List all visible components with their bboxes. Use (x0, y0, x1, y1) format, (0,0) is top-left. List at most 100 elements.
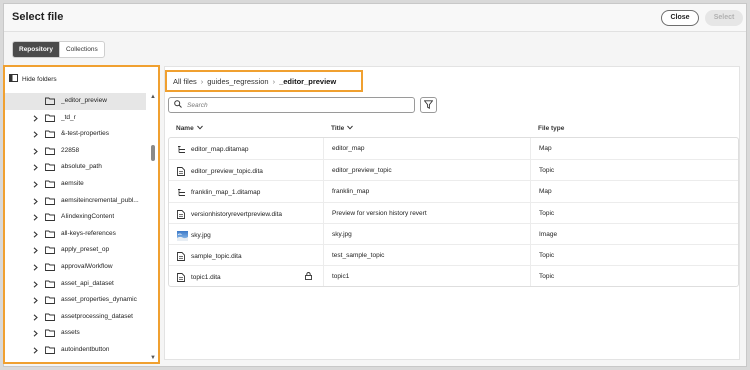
table-body: editor_map.ditamap editor_map Map editor_pr… (168, 137, 739, 288)
tab-repository[interactable]: Repository (13, 42, 59, 57)
file-type: Image (539, 230, 558, 238)
table-row[interactable]: sample_topic.dita test_sample_topic Topic (169, 243, 738, 266)
folder-tree-item[interactable]: asset_api_dataset (5, 276, 146, 293)
folder-label: apply_preset_op (61, 246, 110, 254)
table-row[interactable]: topic1.dita topic1 Topic (169, 265, 738, 287)
folder-icon (45, 280, 55, 288)
folder-tree-item[interactable]: aemsiteincremental_publ... (5, 193, 146, 210)
folder-tree-item[interactable]: assets (5, 325, 146, 342)
file-type: Map (539, 145, 552, 152)
chevron-right-icon[interactable] (32, 280, 39, 288)
scroll-down-icon[interactable]: ▼ (150, 355, 156, 361)
chevron-right-icon[interactable] (32, 314, 39, 321)
column-divider (323, 138, 324, 160)
folder-tree-item[interactable]: _editor_preview (5, 93, 146, 110)
chevron-right-icon[interactable] (32, 197, 39, 205)
table-row[interactable]: sky.jpg sky.jpg Image (169, 222, 738, 244)
folder-tree-item[interactable]: AIindexingContent (5, 209, 146, 226)
breadcrumb: All files › guides_regression › _editor_… (165, 70, 363, 92)
chevron-right-icon[interactable] (32, 264, 39, 271)
search-input[interactable]: Search (168, 97, 415, 113)
folder-label: _editor_preview (61, 97, 107, 104)
ditamap-icon (177, 188, 186, 197)
file-title: test_sample_topic (332, 251, 385, 259)
table-row[interactable]: editor_map.ditamap editor_map Map (169, 138, 738, 160)
folder-label: AIindexingContent (61, 213, 115, 221)
folder-icon (45, 97, 55, 105)
table-row[interactable]: franklin_map_1.ditamap franklin_map Map (169, 180, 738, 202)
dita-file-icon (177, 273, 186, 283)
column-divider (323, 160, 324, 181)
file-type: Topic (539, 251, 555, 259)
file-name-cell: franklin_map_1.ditamap (177, 188, 260, 197)
column-title-label: Title (331, 125, 345, 132)
file-name-cell: topic1.dita (177, 273, 221, 283)
file-type: Map (539, 188, 552, 196)
select-button[interactable]: Select (705, 10, 743, 26)
chevron-right-icon[interactable] (32, 347, 39, 354)
ditamap-icon (177, 145, 186, 154)
scroll-up-icon[interactable]: ▲ (150, 94, 156, 100)
column-divider (530, 266, 531, 287)
chevron-right-icon[interactable] (32, 330, 39, 337)
folder-tree-item[interactable]: _td_r (5, 110, 146, 127)
chevron-right-icon[interactable] (32, 181, 39, 188)
chevron-right-icon[interactable] (32, 131, 39, 138)
folder-label: aemsite (61, 179, 84, 187)
column-divider (530, 202, 531, 223)
folder-tree-item[interactable]: apply_preset_op (5, 242, 146, 259)
chevron-right-icon[interactable] (32, 231, 39, 238)
breadcrumb-item-guides-regression[interactable]: guides_regression (207, 77, 268, 86)
column-divider (323, 266, 324, 287)
table-row[interactable]: versionhistoryrevertpreview.dita Preview … (169, 201, 738, 223)
table-row[interactable]: editor_preview_topic.dita editor_preview_… (169, 159, 738, 181)
folder-tree-item[interactable]: aemsite (5, 176, 146, 193)
column-header-title[interactable]: Title (331, 125, 354, 132)
folder-tree-item[interactable]: asset_properties_dynamic (5, 292, 146, 309)
file-name: topic1.dita (191, 274, 221, 282)
folder-icon (45, 163, 55, 172)
column-divider (530, 138, 531, 160)
folder-label: autoindentbutton (61, 345, 110, 353)
folder-icon (45, 197, 55, 205)
close-button[interactable]: Close (661, 10, 699, 26)
chevron-right-icon[interactable] (32, 214, 39, 221)
column-divider (323, 244, 324, 266)
column-divider (530, 244, 531, 266)
breadcrumb-separator-icon: › (200, 76, 204, 86)
dita-file-icon (177, 167, 186, 177)
folder-tree-item[interactable]: absolute_path (5, 159, 146, 176)
folder-tree-item[interactable]: autoindentbutton (5, 342, 146, 359)
breadcrumb-item-all-files[interactable]: All files (173, 77, 197, 86)
folder-tree-item[interactable]: all-keys-references (5, 226, 146, 243)
file-name-cell: sky.jpg (177, 230, 211, 241)
filter-button[interactable] (420, 97, 437, 113)
column-header-name[interactable]: Name (176, 125, 203, 132)
folder-tree-item[interactable]: 22858 (5, 143, 146, 160)
search-placeholder: Search (187, 101, 208, 109)
breadcrumb-separator-icon: › (272, 76, 276, 86)
file-title: franklin_map (332, 188, 370, 196)
folder-label: absolute_path (61, 163, 102, 171)
folder-tree-scrollbar[interactable]: ▲ ▼ (149, 94, 157, 362)
folder-label: &-test-properties (61, 130, 110, 138)
tab-collections[interactable]: Collections (58, 42, 104, 57)
chevron-right-icon[interactable] (32, 297, 39, 304)
folder-tree-item[interactable]: approvalWorkflow (5, 259, 146, 276)
file-type: Topic (539, 273, 555, 281)
hide-folders-toggle[interactable]: Hide folders (9, 74, 57, 84)
file-name-cell: editor_preview_topic.dita (177, 167, 263, 177)
chevron-right-icon[interactable] (32, 148, 39, 155)
folder-label: _td_r (61, 113, 76, 121)
source-tabs: Repository Collections (12, 41, 105, 58)
folder-label: approvalWorkflow (61, 262, 113, 270)
file-table: Name Title File type editor_map.ditamap e… (168, 120, 739, 288)
column-divider (323, 223, 324, 244)
chevron-right-icon[interactable] (32, 114, 39, 122)
folder-tree-item[interactable]: assetprocessing_dataset (5, 309, 146, 326)
chevron-right-icon[interactable] (32, 247, 39, 254)
scroll-thumb[interactable] (151, 145, 155, 161)
chevron-right-icon[interactable] (32, 164, 39, 171)
column-divider (530, 181, 531, 202)
folder-tree-item[interactable]: &-test-properties (5, 126, 146, 143)
